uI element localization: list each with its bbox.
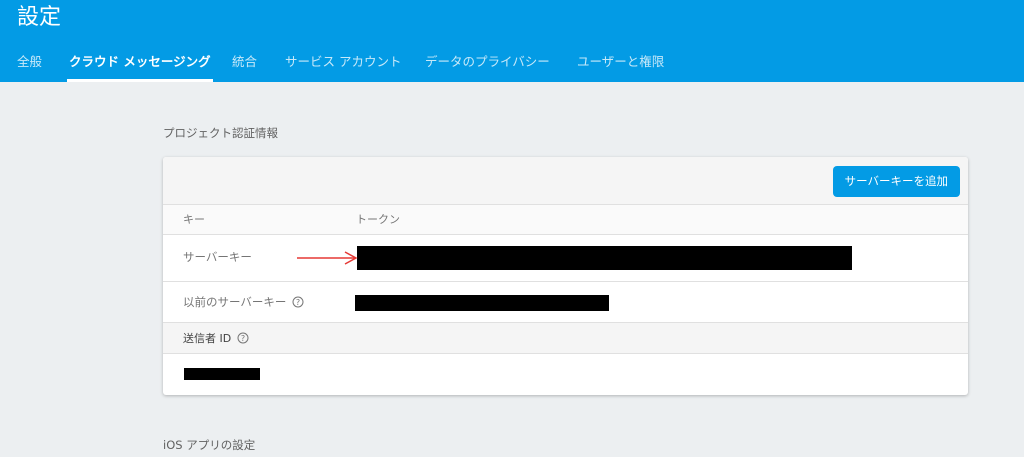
table-row: 以前のサーバーキー? bbox=[163, 282, 968, 323]
sender-id-value-redacted[interactable] bbox=[184, 368, 260, 380]
settings-tabs: 全般 クラウド メッセージング 統合 サービス アカウント データのプライバシー… bbox=[0, 50, 1024, 82]
svg-text:?: ? bbox=[241, 334, 245, 343]
legacy-server-key-token-redacted[interactable] bbox=[355, 295, 609, 311]
server-key-label: サーバーキー bbox=[183, 250, 252, 264]
app-header: 設定 全般 クラウド メッセージング 統合 サービス アカウント データのプライ… bbox=[0, 0, 1024, 82]
red-arrow-icon bbox=[297, 251, 358, 265]
tab-general[interactable]: 全般 bbox=[17, 50, 42, 82]
tab-service-accounts[interactable]: サービス アカウント bbox=[285, 50, 401, 82]
page-title: 設定 bbox=[17, 5, 62, 30]
sender-id-header: 送信者 ID? bbox=[163, 323, 968, 354]
table-header: キー トークン bbox=[163, 205, 968, 235]
tab-integrations[interactable]: 統合 bbox=[232, 50, 257, 82]
sender-id-label-text: 送信者 ID bbox=[183, 332, 232, 345]
table-row: サーバーキー bbox=[163, 235, 968, 282]
column-header-key: キー bbox=[183, 213, 205, 226]
tab-data-privacy[interactable]: データのプライバシー bbox=[425, 50, 550, 82]
help-circle-icon[interactable]: ? bbox=[237, 332, 249, 344]
add-server-key-button[interactable]: サーバーキーを追加 bbox=[832, 166, 960, 197]
sender-id-label: 送信者 ID? bbox=[183, 331, 249, 347]
credentials-card: サーバーキーを追加 キー トークン サーバーキー 以前のサーバーキー? 送信者 … bbox=[163, 157, 968, 395]
project-credentials-heading: プロジェクト認証情報 bbox=[163, 126, 278, 140]
help-circle-icon[interactable]: ? bbox=[292, 296, 304, 308]
svg-text:?: ? bbox=[296, 298, 300, 307]
column-header-token: トークン bbox=[356, 213, 400, 226]
legacy-server-key-label-text: 以前のサーバーキー bbox=[183, 295, 287, 309]
tab-users-permissions[interactable]: ユーザーと権限 bbox=[577, 50, 664, 82]
tab-cloud-messaging[interactable]: クラウド メッセージング bbox=[67, 50, 213, 82]
ios-settings-heading: iOS アプリの設定 bbox=[163, 438, 256, 452]
card-toolbar: サーバーキーを追加 bbox=[163, 157, 968, 205]
server-key-token-redacted[interactable] bbox=[357, 246, 852, 270]
legacy-server-key-label: 以前のサーバーキー? bbox=[183, 294, 304, 310]
